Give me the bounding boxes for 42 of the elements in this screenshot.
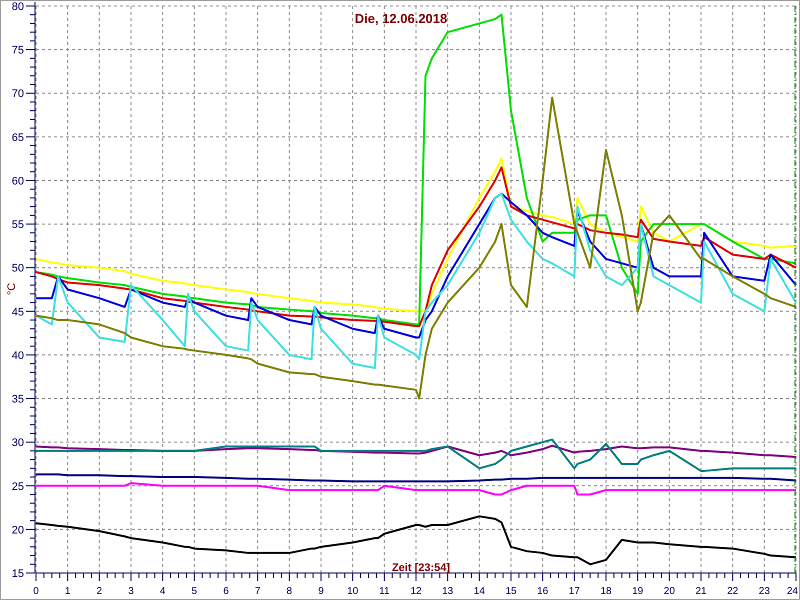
x-tick-label: 6	[223, 586, 229, 597]
y-tick-label: 70	[12, 88, 24, 100]
x-tick-label: 12	[410, 586, 422, 597]
x-tick-label: 23	[758, 586, 770, 597]
y-axis-label: °C	[6, 282, 18, 296]
y-tick-label: 60	[12, 175, 24, 188]
x-tick-label: 17	[568, 586, 580, 597]
y-tick-label: 80	[12, 1, 24, 13]
x-tick-label: 4	[160, 586, 166, 597]
y-tick-label: 75	[12, 44, 24, 57]
x-tick-label: 14	[474, 586, 485, 597]
y-tick-label: 45	[12, 306, 24, 318]
x-tick-label: 20	[664, 586, 675, 597]
y-tick-label: 40	[12, 350, 24, 362]
x-tick-label: 2	[96, 586, 102, 597]
x-axis-label: Zeit [23:54]	[392, 562, 450, 574]
x-tick-label: 0	[33, 586, 39, 597]
x-tick-label: 10	[347, 586, 358, 597]
x-tick-label: 18	[600, 586, 612, 597]
x-tick-label: 11	[379, 586, 390, 597]
y-tick-label: 55	[12, 219, 24, 232]
y-tick-label: 15	[12, 568, 24, 580]
x-tick-label: 13	[442, 586, 454, 597]
y-tick-label: 35	[12, 394, 24, 406]
y-tick-label: 30	[12, 437, 24, 450]
y-tick-label: 50	[12, 262, 24, 275]
x-tick-label: 15	[505, 586, 517, 597]
y-tick-label: 25	[12, 480, 24, 493]
x-tick-label: 21	[695, 586, 707, 597]
x-tick-label: 19	[632, 586, 644, 597]
y-tick-label: 20	[12, 524, 24, 536]
x-tick-label: 24	[786, 586, 798, 597]
x-tick-label: 7	[254, 586, 260, 597]
x-tick-label: 22	[727, 586, 738, 597]
x-tick-label: 16	[537, 586, 548, 597]
x-tick-label: 3	[128, 586, 134, 597]
y-tick-label: 65	[12, 132, 24, 144]
chart-title: Die, 12.06.2018	[354, 11, 448, 26]
x-tick-label: 5	[192, 586, 198, 597]
x-tick-label: 9	[318, 586, 324, 597]
x-tick-label: 1	[64, 586, 70, 597]
x-tick-label: 8	[286, 586, 292, 597]
